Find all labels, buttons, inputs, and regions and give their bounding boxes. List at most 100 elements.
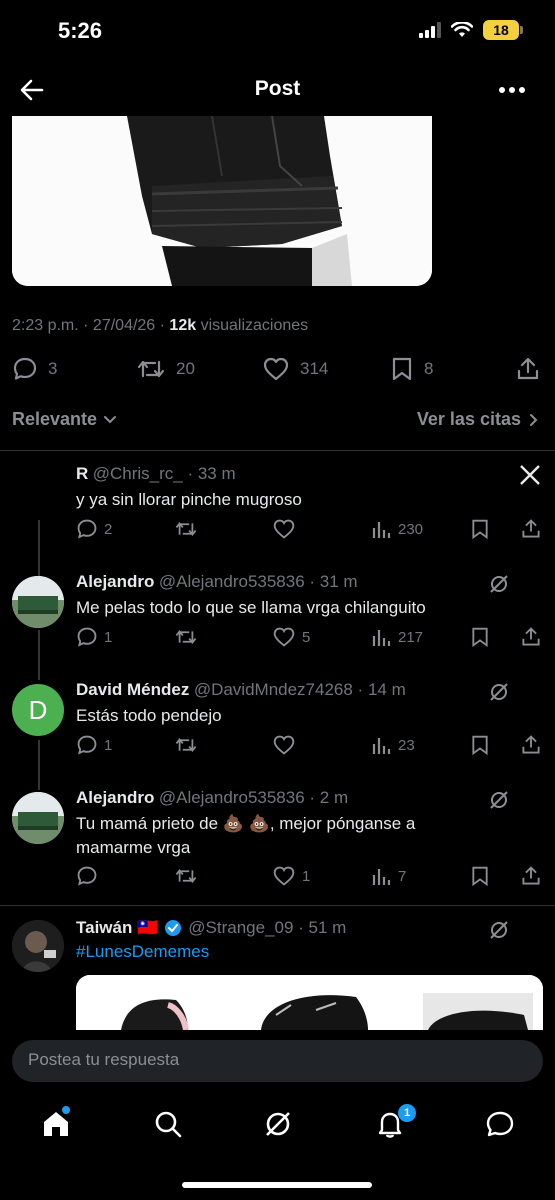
repost-icon [175,629,197,645]
avatar[interactable] [12,576,64,628]
like-count: 1 [302,867,311,885]
repost-button[interactable] [174,518,204,540]
like-count: 5 [302,628,311,646]
views-button[interactable]: 217 [372,626,423,648]
chevron-right-icon [530,413,538,426]
repost-button[interactable] [174,626,204,648]
like-button[interactable] [272,734,302,756]
reply-item[interactable]: Alejandro @Alejandro535836 · 2 m Tu mamá… [76,788,546,860]
views-chart-icon [372,869,391,885]
share-icon[interactable] [520,626,542,648]
grok-icon[interactable] [488,573,510,595]
reply-button[interactable]: 1 [76,626,112,648]
bookmark-icon [392,357,412,381]
like-count: 314 [300,359,329,378]
reply-actions: 1 7 [76,865,546,891]
views-button[interactable]: 7 [372,865,406,887]
view-quotes-link[interactable]: Ver las citas [417,409,539,430]
reply-item[interactable]: Taiwán 🇹🇼 @Strange_09 · 51 m #LunesDemem… [76,918,546,962]
avatar[interactable] [12,920,64,972]
share-icon[interactable] [520,734,542,756]
views-chart-icon [372,522,391,538]
share-icon[interactable] [520,865,542,887]
share-icon[interactable] [520,518,542,540]
like-button[interactable]: 314 [262,356,328,382]
repost-button[interactable]: 20 [136,356,195,382]
post-media-image[interactable] [12,116,432,286]
views-count: 230 [398,520,424,538]
reply-text: y ya sin llorar pinche mugroso [76,490,302,509]
avatar[interactable]: D [12,684,64,736]
like-button[interactable]: 5 [272,626,310,648]
sort-label: Relevante [12,409,98,429]
heart-icon [263,357,289,381]
status-bar: 5:26 18 [0,0,555,60]
reply-author-name: Alejandro [76,572,155,591]
grok-icon[interactable] [262,1108,294,1140]
sort-dropdown[interactable]: Relevante [12,409,117,430]
more-options-icon[interactable] [497,76,527,104]
bookmark-button[interactable]: 8 [390,356,433,382]
wifi-icon [451,22,473,37]
reply-author-handle: @Strange_09 · 51 m [188,918,347,937]
reply-icon [77,735,97,755]
bookmark-icon[interactable] [470,865,490,887]
hashtag-link[interactable]: #LunesDememes [76,942,546,962]
share-button[interactable] [515,356,541,382]
bookmark-icon[interactable] [470,734,490,756]
repost-count: 20 [176,359,195,378]
reply-button[interactable]: 2 [76,518,112,540]
reply-text-line: Tu mamá prieto de 💩 💩, mejor pónganse a [76,814,416,833]
battery-indicator: 18 [483,20,523,40]
reply-input[interactable]: Postea tu respuesta [12,1040,543,1082]
reply-button[interactable] [76,865,104,887]
reply-author-handle: @Chris_rc_ · 33 m [92,464,236,483]
repost-button[interactable] [174,865,204,887]
views-count: 23 [398,736,415,754]
post-view-label: visualizaciones [196,317,309,334]
reply-media-image[interactable] [76,975,543,1030]
search-icon[interactable] [152,1108,184,1140]
reply-text: Estás todo pendejo [76,706,222,725]
post-meta: 2:23 p.m. · 27/04/26 · 12k visualizacion… [12,317,308,335]
bookmark-count: 8 [424,359,434,378]
verified-badge-icon [165,920,182,936]
reply-text-line: mamarme vrga [76,838,191,857]
reply-author-handle: @Alejandro535836 · 2 m [158,788,349,807]
views-chart-icon [372,738,391,754]
reply-button[interactable]: 3 [12,356,57,382]
thread-line [38,630,40,680]
avatar[interactable] [12,792,64,844]
messages-icon[interactable] [484,1108,516,1140]
signal-icon [419,22,441,38]
heart-icon [273,627,295,647]
repost-icon [137,360,165,378]
grok-icon[interactable] [488,789,510,811]
repost-icon [175,521,197,537]
bookmark-icon[interactable] [470,518,490,540]
grok-icon[interactable] [488,919,510,941]
views-button[interactable]: 230 [372,518,423,540]
divider [0,450,555,451]
like-button[interactable]: 1 [272,865,310,887]
reply-icon [77,866,97,886]
grok-icon[interactable] [488,681,510,703]
notifications-badge: 1 [398,1104,416,1122]
reply-button[interactable]: 1 [76,734,112,756]
reply-item[interactable]: Alejandro @Alejandro535836 · 31 m Me pel… [76,572,546,620]
reply-text: Me pelas todo lo que se llama vrga chila… [76,598,426,617]
bookmark-icon[interactable] [470,626,490,648]
view-quotes-label: Ver las citas [416,409,521,429]
chevron-down-icon [104,415,117,423]
reply-count: 2 [104,520,113,538]
repost-button[interactable] [174,734,204,756]
views-button[interactable]: 23 [372,734,415,756]
reply-item[interactable]: R @Chris_rc_ · 33 m y ya sin llorar pinc… [76,464,546,512]
reply-author-name: R [76,464,89,483]
page-title: Post [254,77,301,100]
reply-item[interactable]: David Méndez @DavidMndez74268 · 14 m Est… [76,680,546,728]
like-button[interactable] [272,518,302,540]
divider [0,905,555,906]
home-indicator [182,1182,372,1188]
status-icons: 18 [419,20,523,40]
